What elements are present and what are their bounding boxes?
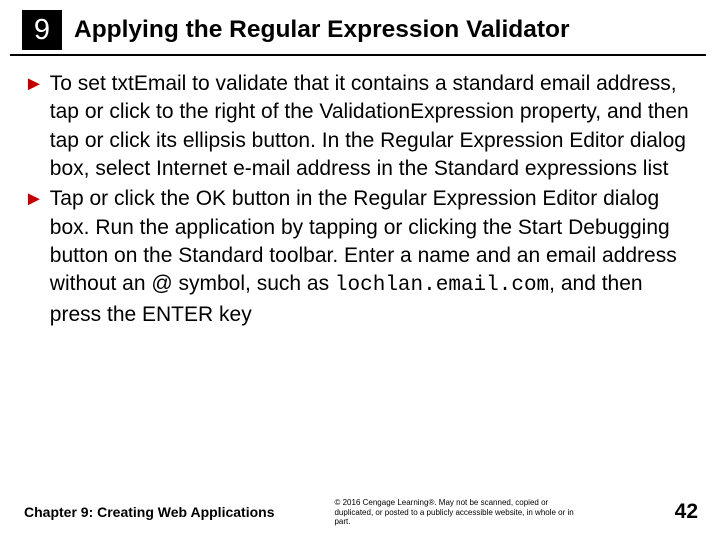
slide-header: 9 Applying the Regular Expression Valida…	[10, 0, 706, 56]
bullet-arrow-icon: ►	[24, 185, 44, 213]
bullet-item: ► Tap or click the OK button in the Regu…	[24, 185, 696, 329]
slide: 9 Applying the Regular Expression Valida…	[0, 0, 720, 540]
slide-title: Applying the Regular Expression Validato…	[74, 17, 570, 44]
bullet-text: To set txtEmail to validate that it cont…	[50, 70, 696, 183]
bullet-arrow-icon: ►	[24, 70, 44, 98]
footer-chapter-label: Chapter 9: Creating Web Applications	[24, 504, 274, 520]
bullet-text-pre: To set txtEmail to validate that it cont…	[50, 72, 689, 180]
footer-page-number: 42	[675, 500, 698, 524]
slide-body: ► To set txtEmail to validate that it co…	[0, 56, 720, 329]
bullet-text: Tap or click the OK button in the Regula…	[50, 185, 696, 329]
bullet-code-sample: lochlan.email.com	[335, 274, 549, 297]
slide-footer: Chapter 9: Creating Web Applications © 2…	[0, 498, 720, 526]
bullet-item: ► To set txtEmail to validate that it co…	[24, 70, 696, 183]
chapter-number-box: 9	[22, 10, 62, 50]
footer-copyright: © 2016 Cengage Learning®. May not be sca…	[314, 498, 584, 526]
